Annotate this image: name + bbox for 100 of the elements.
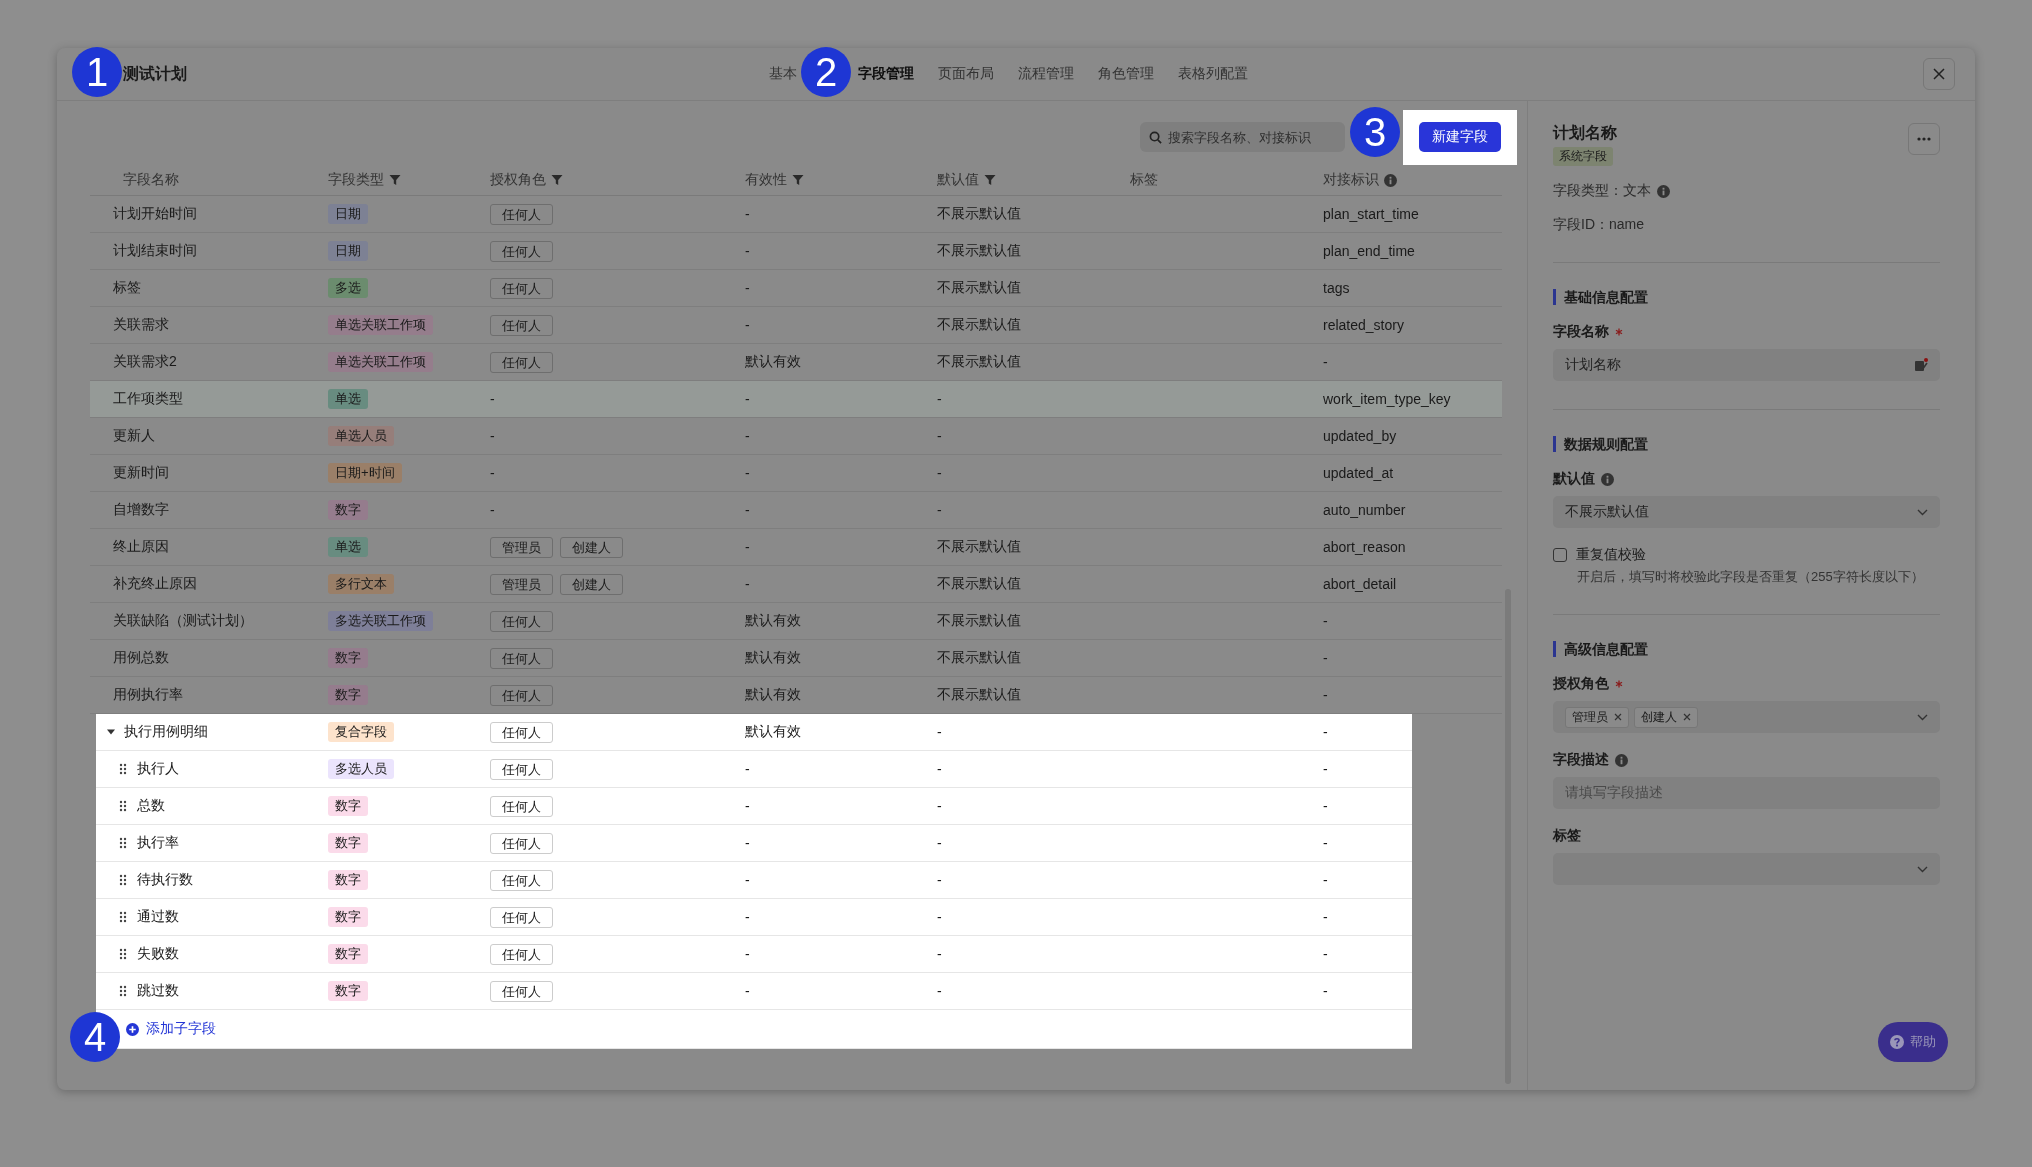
new-field-button[interactable]: 新建字段	[1419, 122, 1501, 152]
table-cell: -	[745, 576, 750, 592]
table-cell: 默认有效	[745, 686, 801, 704]
table-row[interactable]: 自增数字 数字 - - - auto_number	[90, 492, 1502, 529]
table-row[interactable]: 通过数 数字 任何人 - - -	[96, 899, 1412, 936]
table-row[interactable]: 待执行数 数字 任何人 - - -	[96, 862, 1412, 899]
help-button[interactable]: 帮助	[1878, 1022, 1948, 1062]
table-row[interactable]: 总数 数字 任何人 - - -	[96, 788, 1412, 825]
drag-handle-icon[interactable]	[119, 763, 127, 775]
close-button[interactable]	[1923, 58, 1955, 90]
info-icon	[1657, 184, 1670, 198]
type-tag: 单选	[328, 537, 368, 557]
field-name: 关联需求2	[113, 353, 177, 371]
type-tag: 多选关联工作项	[328, 611, 433, 631]
drag-handle-icon[interactable]	[119, 874, 127, 886]
tab[interactable]: 字段管理	[858, 61, 914, 87]
select-field[interactable]: 管理员 创建人	[1553, 701, 1940, 733]
select-field[interactable]: 不展示默认值	[1553, 496, 1940, 528]
drag-handle-icon[interactable]	[119, 837, 127, 849]
table-row[interactable]: 执行人 多选人员 任何人 - - -	[96, 751, 1412, 788]
table-row[interactable]: 关联需求 单选关联工作项 任何人 - 不展示默认值 related_story	[90, 307, 1502, 344]
select-field[interactable]	[1553, 853, 1940, 885]
table-row[interactable]: 计划结束时间 日期 任何人 - 不展示默认值 plan_end_time	[90, 233, 1502, 270]
table-cell: -	[745, 835, 750, 851]
table-cell: 默认有效	[745, 649, 801, 667]
table-row[interactable]: 更新时间 日期+时间 - - - updated_at	[90, 455, 1502, 492]
drag-handle-icon[interactable]	[119, 800, 127, 812]
table-row[interactable]: 标签 多选 任何人 - 不展示默认值 tags	[90, 270, 1502, 307]
add-subfield-link[interactable]: 添加子字段	[126, 1020, 216, 1038]
table-row[interactable]: 计划开始时间 日期 任何人 - 不展示默认值 plan_start_time	[90, 196, 1502, 233]
column-header: 字段类型	[328, 171, 384, 189]
table-cell: -	[1323, 650, 1328, 666]
filter-icon[interactable]	[984, 174, 996, 186]
role-chip: 任何人	[490, 314, 553, 336]
remove-icon[interactable]	[1683, 713, 1691, 721]
close-icon	[1933, 68, 1945, 80]
plus-circle-icon	[126, 1022, 139, 1036]
table-cell: -	[937, 428, 942, 444]
field-name: 计划开始时间	[113, 205, 197, 223]
type-tag: 日期+时间	[328, 463, 402, 483]
table-row[interactable]: 用例总数 数字 任何人 默认有效 不展示默认值 -	[90, 640, 1502, 677]
tab[interactable]: 表格列配置	[1178, 61, 1248, 87]
table-row[interactable]: 终止原因 单选 管理员 创建人 - 不展示默认值 abort_reason	[90, 529, 1502, 566]
table-cell: related_story	[1323, 317, 1404, 333]
table-row[interactable]: 更新人 单选人员 - - - updated_by	[90, 418, 1502, 455]
table-cell: tags	[1323, 280, 1350, 296]
chevron-down-icon	[1917, 865, 1928, 873]
table-cell: 不展示默认值	[937, 279, 1021, 297]
remove-icon[interactable]	[1614, 713, 1622, 721]
type-tag: 数字	[328, 685, 368, 705]
table-cell: -	[745, 872, 750, 888]
table-row[interactable]: 执行率 数字 任何人 - - -	[96, 825, 1412, 862]
table-cell: 不展示默认值	[937, 612, 1021, 630]
drag-handle-icon[interactable]	[119, 948, 127, 960]
caret-icon[interactable]	[106, 727, 116, 737]
chevron-down-icon	[1917, 508, 1928, 516]
table-cell: 不展示默认值	[937, 686, 1021, 704]
table-cell: -	[745, 946, 750, 962]
filter-icon[interactable]	[551, 174, 563, 186]
role-chip: 任何人	[490, 869, 553, 891]
type-tag: 多选	[328, 278, 368, 298]
search-field[interactable]: 搜索字段名称、对接标识	[1140, 122, 1345, 152]
table-cell: 不展示默认值	[937, 575, 1021, 593]
table-cell: plan_start_time	[1323, 206, 1419, 222]
drag-handle-icon[interactable]	[119, 911, 127, 923]
table-cell: -	[1323, 798, 1328, 814]
role-chip: 任何人	[490, 758, 553, 780]
type-tag: 数字	[328, 500, 368, 520]
type-tag: 数字	[328, 796, 368, 816]
field-label: 默认值	[1553, 470, 1595, 488]
column-header: 授权角色	[490, 171, 546, 189]
field-name: 更新时间	[113, 464, 169, 482]
tab[interactable]: 流程管理	[1018, 61, 1074, 87]
translate-icon[interactable]	[1914, 358, 1928, 372]
table-row[interactable]: 跳过数 数字 任何人 - - -	[96, 973, 1412, 1010]
input-field[interactable]: 计划名称	[1553, 349, 1940, 381]
table-row[interactable]: 工作项类型 单选 - - - work_item_type_key	[90, 381, 1502, 418]
field-name: 自增数字	[113, 501, 169, 519]
tab[interactable]: 角色管理	[1098, 61, 1154, 87]
field-name: 关联缺陷（测试计划）	[113, 612, 253, 630]
tab[interactable]: 页面布局	[938, 61, 994, 87]
table-cell: -	[937, 465, 942, 481]
tab[interactable]: 基本	[769, 61, 797, 87]
role-chip: 任何人	[490, 906, 553, 928]
filter-icon[interactable]	[389, 174, 401, 186]
table-row[interactable]: 关联缺陷（测试计划） 多选关联工作项 任何人 默认有效 不展示默认值 -	[90, 603, 1502, 640]
table-cell: -	[490, 465, 495, 481]
more-icon	[1917, 137, 1931, 141]
role-chip: 任何人	[490, 721, 553, 743]
table-cell: -	[1323, 613, 1328, 629]
table-cell: -	[937, 761, 942, 777]
table-row[interactable]: 补充终止原因 多行文本 管理员 创建人 - 不展示默认值 abort_detail	[90, 566, 1502, 603]
drag-handle-icon[interactable]	[119, 985, 127, 997]
table-row[interactable]: 执行用例明细 复合字段 任何人 默认有效 - -	[96, 714, 1412, 751]
table-cell: -	[490, 428, 495, 444]
type-tag: 数字	[328, 981, 368, 1001]
filter-icon[interactable]	[792, 174, 804, 186]
table-row[interactable]: 失败数 数字 任何人 - - -	[96, 936, 1412, 973]
checkbox[interactable]	[1553, 548, 1567, 562]
type-tag: 单选	[328, 389, 368, 409]
